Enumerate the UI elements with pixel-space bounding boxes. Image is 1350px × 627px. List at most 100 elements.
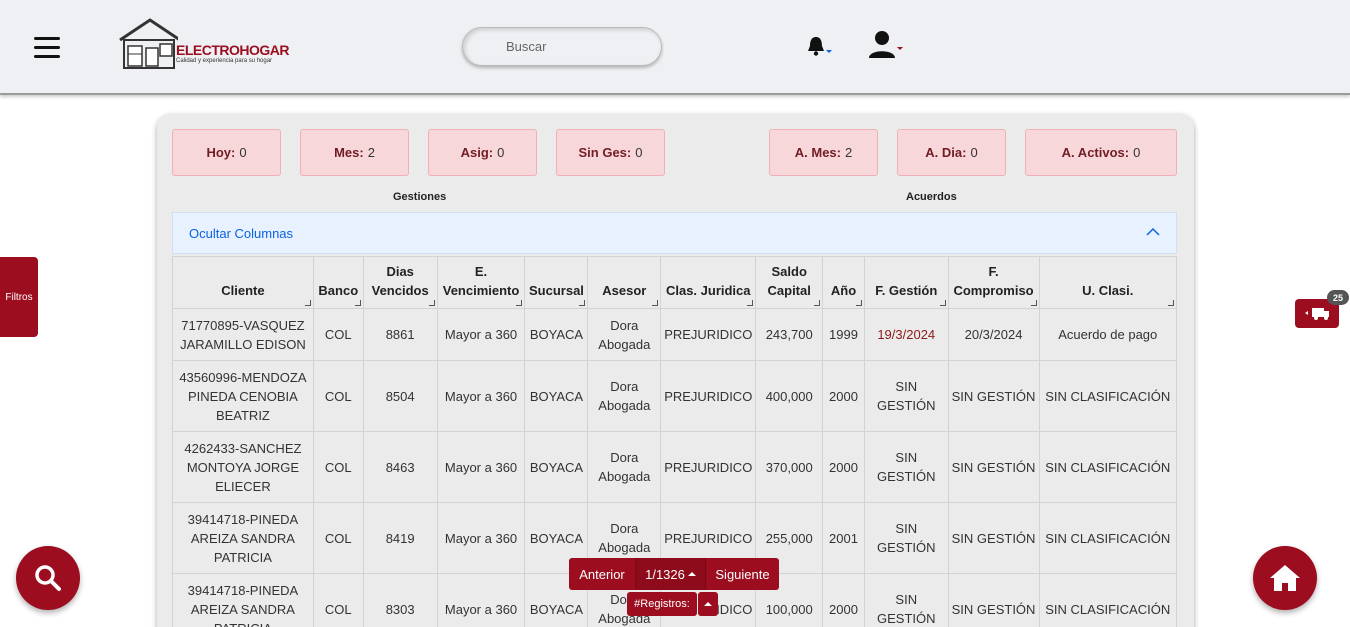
table-cell: Dora Abogada <box>587 308 662 361</box>
table-cell: 19/3/2024 <box>863 308 949 361</box>
table-cell: 8861 <box>362 308 438 361</box>
user-icon[interactable] <box>868 30 906 60</box>
table-cell: Dora Abogada <box>587 360 662 432</box>
acuerdos-caption: Acuerdos <box>906 191 957 203</box>
column-header[interactable]: U. Clasi. <box>1038 256 1177 309</box>
house-logo-icon <box>119 18 181 69</box>
column-header[interactable]: F. Gestión <box>863 256 949 309</box>
table-cell: COL <box>312 502 364 574</box>
accordion-label: Ocultar Columnas <box>189 225 294 241</box>
stat-value: 0 <box>1133 145 1141 160</box>
table-cell: 400,000 <box>755 360 824 432</box>
table-cell: Dora Abogada <box>587 431 662 503</box>
column-header[interactable]: Dias Vencidos <box>362 256 438 309</box>
filtros-tab[interactable]: Filtros <box>0 257 38 337</box>
table-cell: 1999 <box>822 308 865 361</box>
table-cell: 2001 <box>822 502 865 574</box>
table-cell: SIN GESTIÓN <box>947 502 1040 574</box>
stat-label: Asig: <box>460 145 494 160</box>
table-cell: SIN GESTIÓN <box>863 360 949 432</box>
search-input[interactable] <box>462 27 662 66</box>
table-cell: SIN CLASIFICACIÓN <box>1038 360 1177 432</box>
stat-mes[interactable]: Mes: 2 <box>300 129 409 176</box>
table-cell: 2000 <box>822 573 865 627</box>
column-header[interactable]: Asesor <box>587 256 662 309</box>
table-cell: PREJURIDICO <box>660 431 757 503</box>
column-header[interactable]: Saldo Capital <box>755 256 824 309</box>
stat-a-activos[interactable]: A. Activos: 0 <box>1025 129 1177 176</box>
table-row[interactable]: 4262433-SANCHEZ MONTOYA JORGE ELIECER CO… <box>172 431 1177 503</box>
stat-a-dia[interactable]: A. Dia: 0 <box>897 129 1006 176</box>
stat-sin-ges[interactable]: Sin Ges: 0 <box>556 129 665 176</box>
stat-value: 2 <box>845 145 853 160</box>
table-cell: Mayor a 360 <box>436 308 526 361</box>
top-navbar: ELECTROHOGAR Calidad y experiencia para … <box>0 0 1350 95</box>
main-card: Hoy: 0 Mes: 2 Asig: 0 Sin Ges: 0 A. Mes:… <box>157 114 1194 627</box>
caret-up-icon <box>704 602 712 606</box>
stat-label: Mes: <box>334 145 364 160</box>
stat-value: 0 <box>635 145 643 160</box>
table-cell: 8463 <box>362 431 438 503</box>
table-cell: PREJURIDICO <box>660 360 757 432</box>
column-header[interactable]: Clas. Juridica <box>660 256 757 309</box>
table-cell: 71770895-VASQUEZ JARAMILLO EDISON <box>172 308 314 361</box>
column-header[interactable]: Cliente <box>172 256 314 309</box>
page-indicator: 1/1326 <box>645 566 685 582</box>
table-cell: COL <box>312 573 364 627</box>
bell-icon[interactable] <box>806 34 834 58</box>
column-header[interactable]: Banco <box>312 256 364 309</box>
hamburger-menu-icon[interactable] <box>34 37 60 59</box>
stat-hoy[interactable]: Hoy: 0 <box>172 129 281 176</box>
stat-value: 2 <box>367 145 375 160</box>
logo-title: ELECTROHOGAR <box>176 42 290 58</box>
page-selector[interactable]: 1/1326 <box>635 558 706 590</box>
chevron-up-icon <box>1146 227 1160 236</box>
table-cell: 8303 <box>362 573 438 627</box>
column-header[interactable]: Sucursal <box>524 256 589 309</box>
table-cell: Mayor a 360 <box>436 573 526 627</box>
search-icon <box>35 565 61 591</box>
table-cell: Mayor a 360 <box>436 360 526 432</box>
table-cell: SIN GESTIÓN <box>863 431 949 503</box>
table-cell: 20/3/2024 <box>947 308 1040 361</box>
prev-page-button[interactable]: Anterior <box>569 558 635 590</box>
gestiones-caption: Gestiones <box>393 191 447 203</box>
table-cell: 370,000 <box>755 431 824 503</box>
stat-label: A. Mes: <box>794 145 841 160</box>
next-page-button[interactable]: Siguiente <box>706 558 779 590</box>
table-cell: Mayor a 360 <box>436 502 526 574</box>
column-header[interactable]: F. Compromiso <box>947 256 1040 309</box>
hide-columns-accordion[interactable]: Ocultar Columnas <box>172 212 1177 254</box>
table-cell: SIN GESTIÓN <box>863 502 949 574</box>
logo-subtitle: Calidad y experiencia para su hogar <box>176 58 273 64</box>
table-cell: SIN GESTIÓN <box>947 360 1040 432</box>
table-cell: COL <box>312 431 364 503</box>
table-cell: Acuerdo de pago <box>1038 308 1177 361</box>
column-header[interactable]: E. Vencimiento <box>436 256 526 309</box>
table-cell: BOYACA <box>524 360 589 432</box>
table-cell: BOYACA <box>524 431 589 503</box>
table-cell: SIN GESTIÓN <box>947 431 1040 503</box>
home-icon <box>1270 565 1300 591</box>
stat-asig[interactable]: Asig: 0 <box>428 129 537 176</box>
stat-a-mes[interactable]: A. Mes: 2 <box>769 129 878 176</box>
home-fab-button[interactable] <box>1253 546 1317 610</box>
table-cell: 8419 <box>362 502 438 574</box>
table-row[interactable]: 71770895-VASQUEZ JARAMILLO EDISON COL 88… <box>172 308 1177 361</box>
brand-logo[interactable]: ELECTROHOGAR Calidad y experiencia para … <box>118 18 290 70</box>
table-cell: 2000 <box>822 360 865 432</box>
table-cell: COL <box>312 308 364 361</box>
table-cell: 39414718-PINEDA AREIZA SANDRA PATRICIA <box>172 573 314 627</box>
records-dropdown[interactable] <box>698 592 718 616</box>
table-cell: 39414718-PINEDA AREIZA SANDRA PATRICIA <box>172 502 314 574</box>
column-header[interactable]: Año <box>822 256 865 309</box>
search-fab-button[interactable] <box>16 546 80 610</box>
table-cell: SIN GESTIÓN <box>947 573 1040 627</box>
stat-value: 0 <box>497 145 505 160</box>
table-cell: PREJURIDICO <box>660 308 757 361</box>
table-cell: 8504 <box>362 360 438 432</box>
table-cell: 243,700 <box>755 308 824 361</box>
table-cell: Mayor a 360 <box>436 431 526 503</box>
table-row[interactable]: 43560996-MENDOZA PINEDA CENOBIA BEATRIZ … <box>172 360 1177 432</box>
records-label: #Registros: <box>627 592 697 616</box>
